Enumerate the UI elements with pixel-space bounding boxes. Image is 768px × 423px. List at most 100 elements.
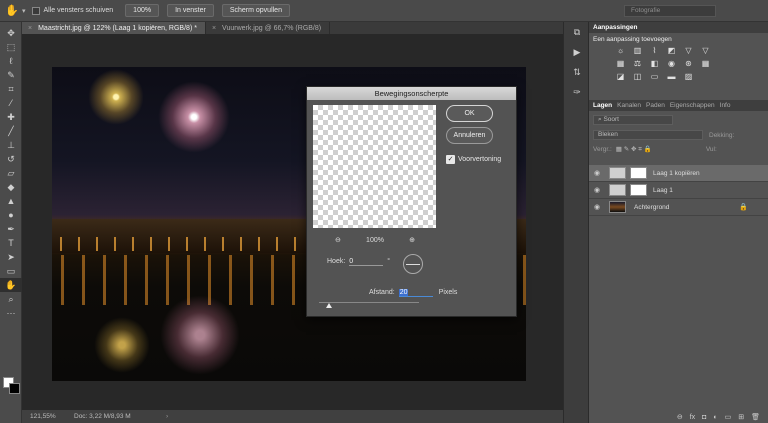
zoom-100-button[interactable]: 100% — [125, 4, 160, 17]
zoom-out-icon[interactable]: ⊖ — [335, 236, 341, 244]
lock-icons[interactable]: ▦ ✎ ✥ ⌗ 🔒 — [616, 145, 652, 154]
color-swatches[interactable] — [3, 377, 21, 395]
tab-eigenschappen[interactable]: Eigenschappen — [670, 102, 715, 109]
hue-icon[interactable]: ▦ — [613, 59, 628, 72]
fit-screen-button[interactable]: In venster — [167, 4, 214, 17]
eye-icon[interactable]: ◉ — [591, 169, 603, 177]
angle-input[interactable]: 0 — [349, 257, 384, 266]
slider-thumb[interactable] — [326, 303, 332, 308]
tab-label: Maastricht.jpg @ 122% (Laag 1 kopiëren, … — [38, 24, 197, 32]
crop-tool-icon[interactable]: ⌗ — [0, 82, 22, 96]
workspace-select[interactable]: Fotografie — [624, 5, 716, 17]
close-icon[interactable]: × — [212, 25, 216, 32]
tab-info[interactable]: Info — [720, 102, 731, 109]
curves-icon[interactable]: ⌇ — [647, 46, 662, 59]
channel-mixer-icon[interactable]: ⊛ — [681, 59, 696, 72]
adjustments-tab[interactable]: Aanpassingen — [593, 24, 637, 31]
close-icon[interactable]: × — [28, 25, 32, 32]
type-tool-icon[interactable]: T — [0, 236, 22, 250]
layer-mask[interactable] — [630, 167, 647, 179]
levels-icon[interactable]: ▥ — [630, 46, 645, 59]
pen-tool-icon[interactable]: ✒ — [0, 222, 22, 236]
layer-row[interactable]: ◉ Achtergrond 🔒 — [589, 199, 768, 216]
motion-blur-dialog: Bewegingsonscherpte OK Annuleren ✓ Voorv… — [306, 86, 517, 317]
triangle-icon[interactable]: ▽ — [698, 46, 713, 59]
adjustment-icons: ☼ ▥ ⌇ ◩ ▽ ▽ ▦ ⚖ ◧ ◉ ⊛ ▦ ◪ ◫ ▭ ▬ ▨ — [589, 46, 768, 85]
distance-slider[interactable] — [319, 302, 419, 308]
layer-filter-select[interactable]: ⌕ Soort — [593, 115, 673, 125]
lasso-tool-icon[interactable]: ℓ — [0, 54, 22, 68]
rectangle-tool-icon[interactable]: ▭ — [0, 264, 22, 278]
quick-select-tool-icon[interactable]: ✎ — [0, 68, 22, 82]
layer-mask[interactable] — [630, 184, 647, 196]
vibrance-icon[interactable]: ▽ — [681, 46, 696, 59]
chevron-down-icon[interactable]: ▾ — [22, 7, 26, 15]
posterize-icon[interactable]: ◫ — [630, 72, 645, 85]
blend-mode-select[interactable]: Bleken — [593, 130, 703, 140]
distance-input[interactable]: 20 — [398, 288, 433, 297]
zoom-in-icon[interactable]: ⊕ — [409, 236, 415, 244]
angle-dial[interactable] — [403, 254, 423, 274]
cancel-button[interactable]: Annuleren — [446, 127, 493, 144]
healing-tool-icon[interactable]: ✚ — [0, 110, 22, 124]
gradient-map-icon[interactable]: ▬ — [664, 72, 679, 85]
fill-screen-button[interactable]: Scherm opvullen — [221, 4, 290, 17]
preview-checkbox[interactable]: ✓ Voorvertoning — [446, 155, 501, 164]
background-color[interactable] — [9, 383, 20, 394]
exposure-icon[interactable]: ◩ — [664, 46, 679, 59]
more-tools-icon[interactable]: ··· — [0, 306, 22, 320]
zoom-level[interactable]: 121,55% — [22, 413, 66, 420]
marquee-tool-icon[interactable]: ⬚ — [0, 40, 22, 54]
tab-kanalen[interactable]: Kanalen — [617, 102, 641, 109]
selective-color-icon[interactable]: ▨ — [681, 72, 696, 85]
eyedropper-tool-icon[interactable]: ⁄ — [0, 96, 22, 110]
play-icon[interactable]: ▶ — [564, 42, 590, 62]
checkmark-icon[interactable]: ✓ — [446, 155, 455, 164]
history-brush-icon[interactable]: ↺ — [0, 152, 22, 166]
firework-burst — [88, 69, 144, 125]
path-select-icon[interactable]: ➤ — [0, 250, 22, 264]
eraser-tool-icon[interactable]: ▱ — [0, 166, 22, 180]
angle-label: Hoek: — [327, 258, 346, 265]
blur-preview[interactable] — [313, 105, 436, 228]
photo-filter-icon[interactable]: ◉ — [664, 59, 679, 72]
color-balance-icon[interactable]: ⚖ — [630, 59, 645, 72]
zoom-tool-icon[interactable]: ⌕ — [0, 292, 22, 306]
layer-row[interactable]: ◉ Laag 1 kopiëren — [589, 165, 768, 182]
scroll-all-checkbox[interactable] — [31, 6, 40, 15]
history-icon[interactable]: ⧉ — [564, 22, 590, 42]
tab-paden[interactable]: Paden — [646, 102, 665, 109]
preview-label: Voorvertoning — [458, 156, 502, 163]
mask-icon[interactable]: ◘ — [702, 414, 706, 421]
link-icon[interactable]: ⊖ — [677, 413, 683, 421]
group-icon[interactable]: ▭ — [725, 413, 732, 421]
dodge-tool-icon[interactable]: ● — [0, 208, 22, 222]
bw-icon[interactable]: ◧ — [647, 59, 662, 72]
tab-maastricht[interactable]: × Maastricht.jpg @ 122% (Laag 1 kopiëren… — [22, 22, 206, 34]
chevron-right-icon[interactable]: › — [166, 413, 168, 420]
stamp-tool-icon[interactable]: ⊥ — [0, 138, 22, 152]
blur-tool-icon[interactable]: ▲ — [0, 194, 22, 208]
firework-reflection — [94, 317, 150, 373]
color-lookup-icon[interactable]: ▦ — [698, 59, 713, 72]
threshold-icon[interactable]: ▭ — [647, 72, 662, 85]
new-layer-icon[interactable]: ⊞ — [738, 413, 744, 421]
brush-settings-icon[interactable]: ✑ — [564, 82, 590, 102]
hand-icon[interactable]: ✋ — [4, 4, 20, 17]
brightness-icon[interactable]: ☼ — [613, 46, 628, 59]
ok-button[interactable]: OK — [446, 105, 493, 122]
tab-lagen[interactable]: Lagen — [593, 102, 612, 109]
layer-row[interactable]: ◉ Laag 1 — [589, 182, 768, 199]
eye-icon[interactable]: ◉ — [591, 186, 603, 194]
move-tool-icon[interactable]: ✥ — [0, 26, 22, 40]
tab-vuurwerk[interactable]: × Vuurwerk.jpg @ 66,7% (RGB/8) — [206, 22, 331, 34]
hand-tool-icon[interactable]: ✋ — [0, 278, 22, 292]
adjustment-layer-icon[interactable]: ◐ — [713, 414, 717, 421]
adjust-icon[interactable]: ⇅ — [564, 62, 590, 82]
invert-icon[interactable]: ◪ — [613, 72, 628, 85]
eye-icon[interactable]: ◉ — [591, 203, 603, 211]
brush-tool-icon[interactable]: ╱ — [0, 124, 22, 138]
trash-icon[interactable]: 🗑 — [751, 413, 760, 421]
fx-icon[interactable]: fx — [690, 414, 695, 421]
paint-bucket-icon[interactable]: ◆ — [0, 180, 22, 194]
